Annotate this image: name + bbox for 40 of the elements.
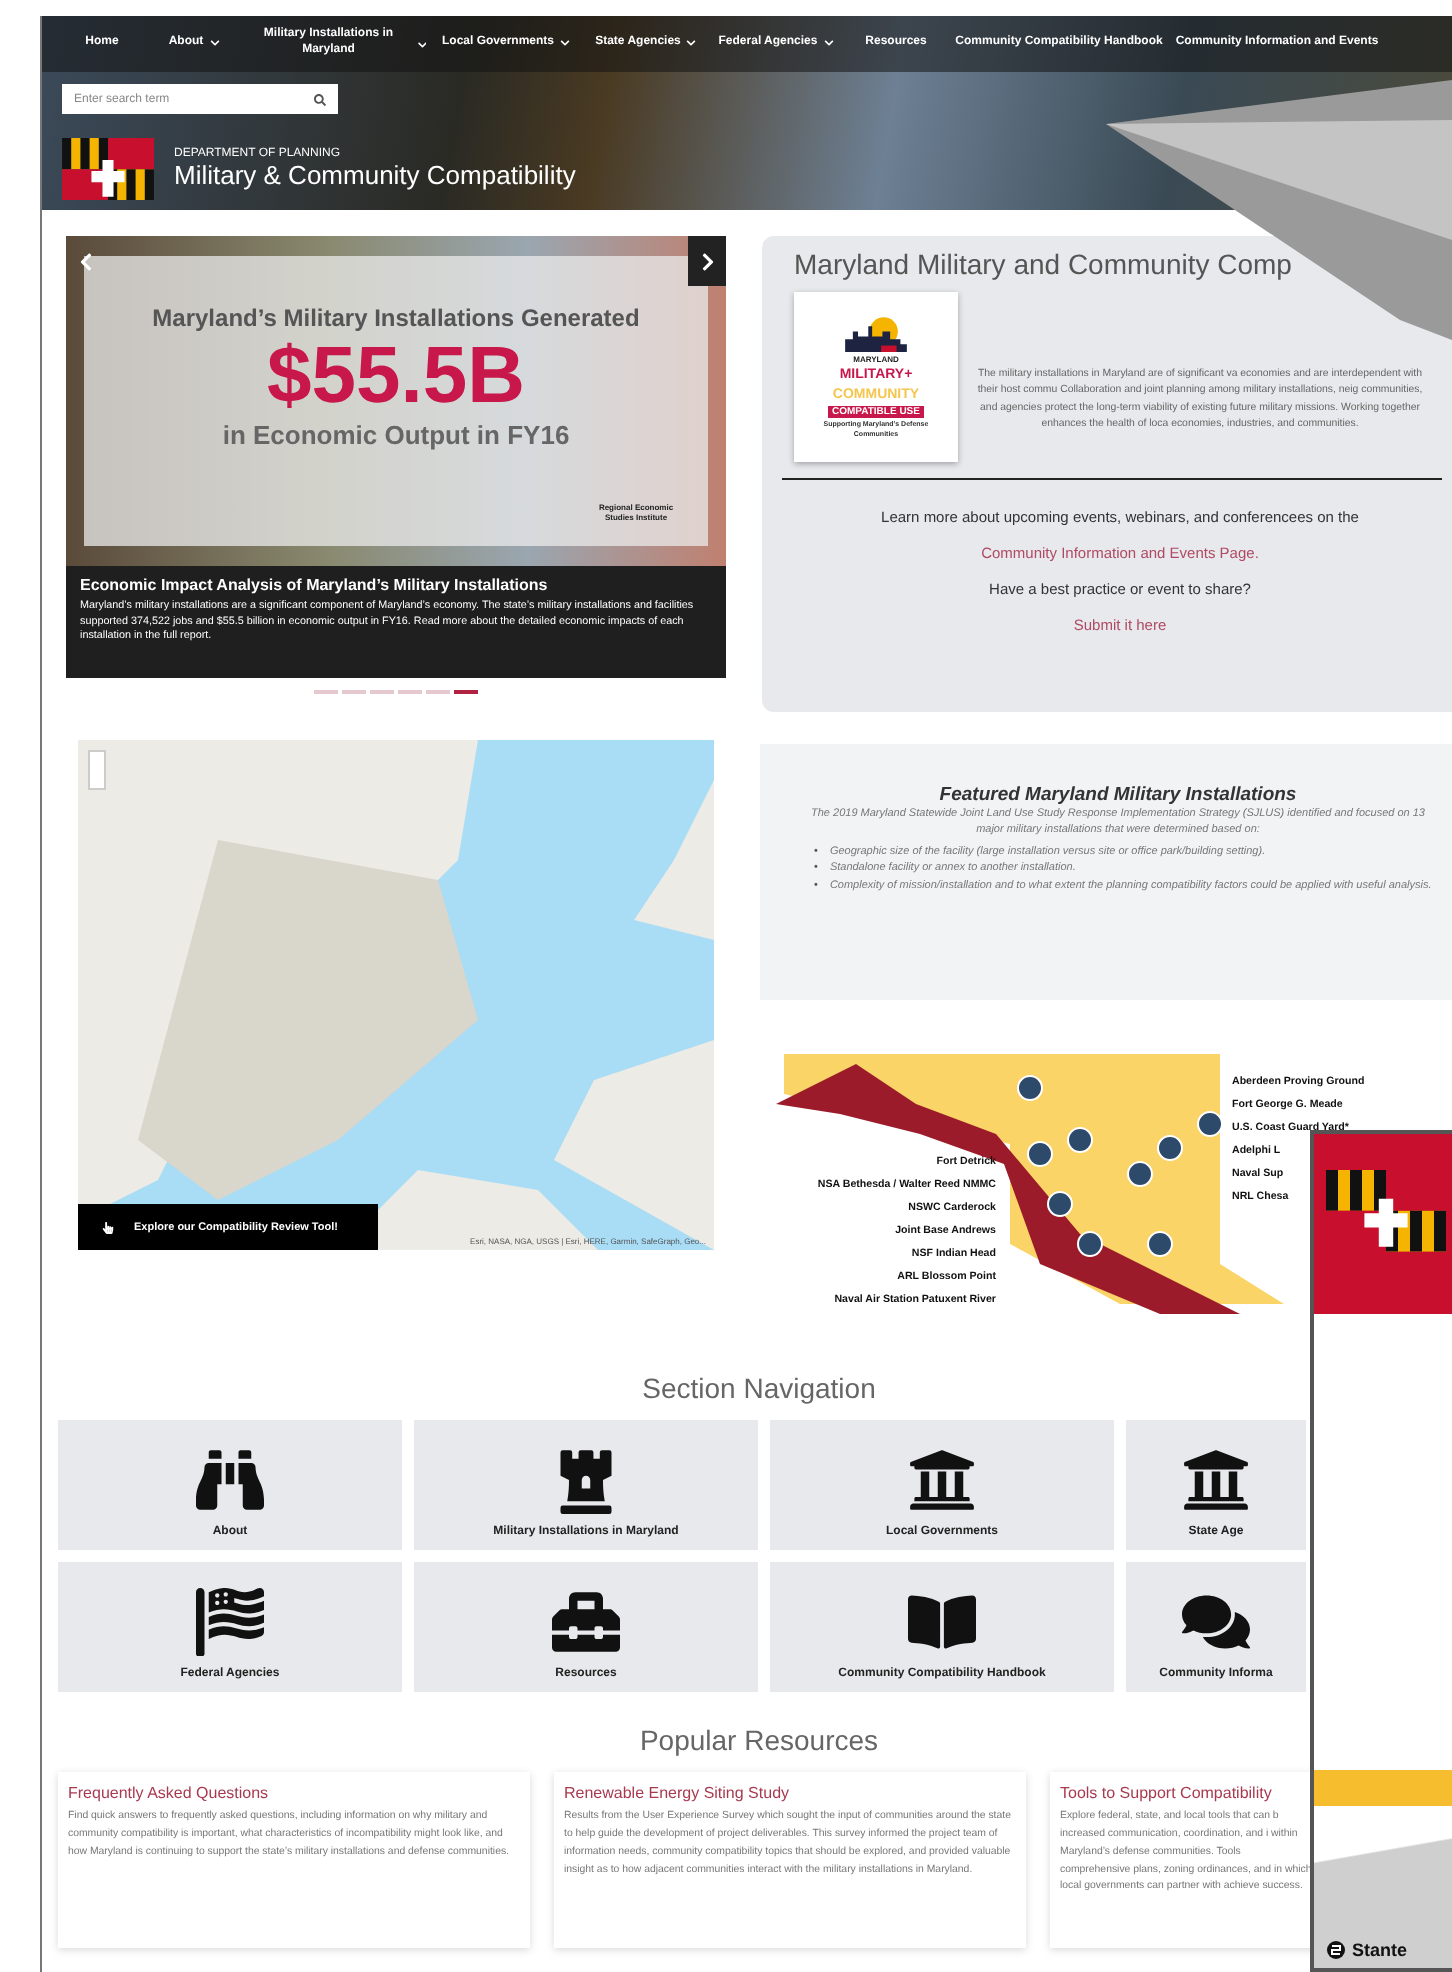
binoculars-icon — [196, 1446, 264, 1514]
skyline-icon — [840, 315, 912, 352]
carousel-indicator[interactable] — [426, 690, 450, 694]
site-title: Military & Community Compatibility — [174, 160, 576, 191]
flag-icon — [196, 1588, 264, 1656]
intro-title: Maryland Military and Community Comp — [794, 248, 1294, 280]
chevron-right-icon — [697, 251, 717, 271]
carousel-indicator[interactable] — [398, 690, 422, 694]
caret-icon — [209, 38, 220, 49]
carousel-indicator[interactable] — [370, 690, 394, 694]
chevron-left-icon — [75, 251, 95, 271]
section-title: Section Navigation — [642, 1372, 876, 1404]
caret-icon — [560, 38, 570, 49]
slide-amount: $55.5B — [267, 332, 525, 420]
caption-title: Economic Impact Analysis of Maryland’s Military Installations — [80, 576, 550, 594]
brand-name: Stante — [1352, 1940, 1408, 1960]
cover-stripe — [1314, 1770, 1452, 1806]
search-icon — [314, 93, 326, 105]
slide-headline: Maryland’s Military Installations Generated — [152, 304, 640, 332]
featured-title: Featured Maryland Military Installations — [939, 784, 1297, 806]
resource-link[interactable]: Frequently Asked Questions — [68, 1784, 520, 1802]
zoom-control[interactable] — [88, 750, 106, 790]
brand-logo-icon — [1326, 1940, 1346, 1960]
slide-subline: in Economic Output in FY16 — [222, 420, 570, 450]
maryland-flag-logo — [1326, 1170, 1446, 1252]
hand-icon — [102, 1221, 114, 1233]
next-slide-button[interactable] — [688, 236, 726, 286]
carousel-indicator[interactable] — [314, 690, 338, 694]
toolbox-icon — [552, 1588, 620, 1656]
carousel-indicator[interactable] — [454, 690, 478, 694]
section-title: Popular Resources — [639, 1724, 879, 1756]
caret-icon — [823, 38, 834, 49]
carousel-indicator[interactable] — [342, 690, 366, 694]
caret-icon — [417, 39, 426, 49]
resource-link[interactable]: Renewable Energy Siting Study — [564, 1784, 1016, 1802]
maryland-flag-logo — [62, 138, 154, 201]
resource-link[interactable]: Tools to Support Compatibility — [1060, 1784, 1312, 1802]
caret-icon — [686, 38, 697, 49]
building-icon — [908, 1446, 976, 1514]
building-icon — [1182, 1446, 1250, 1514]
